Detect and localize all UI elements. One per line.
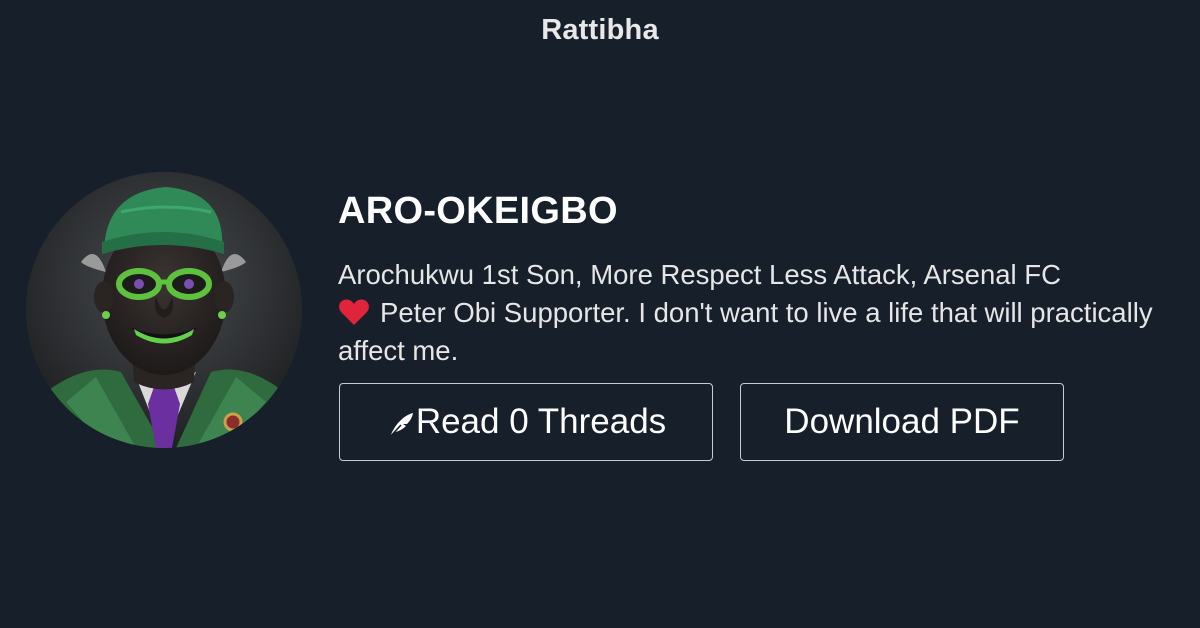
- read-threads-button[interactable]: Read 0 Threads: [339, 383, 713, 461]
- download-pdf-label: Download PDF: [784, 402, 1020, 441]
- heart-icon: [339, 299, 369, 325]
- feather-icon: [388, 413, 413, 439]
- read-threads-label: Read 0 Threads: [415, 402, 667, 441]
- profile-bio: Arochukwu 1st Son, More Respect Less Att…: [338, 256, 1196, 370]
- bio-text-line1: Arochukwu 1st Son, More Respect Less Att…: [338, 259, 1061, 290]
- bio-text-line2: Peter Obi Supporter. I don't want to liv…: [338, 297, 1153, 366]
- profile-avatar: [26, 172, 302, 448]
- profile-name: ARO-OKEIGBO: [338, 190, 618, 232]
- download-pdf-button[interactable]: Download PDF: [740, 383, 1064, 461]
- avatar-image: [26, 172, 302, 448]
- site-title: Rattibha: [541, 14, 659, 46]
